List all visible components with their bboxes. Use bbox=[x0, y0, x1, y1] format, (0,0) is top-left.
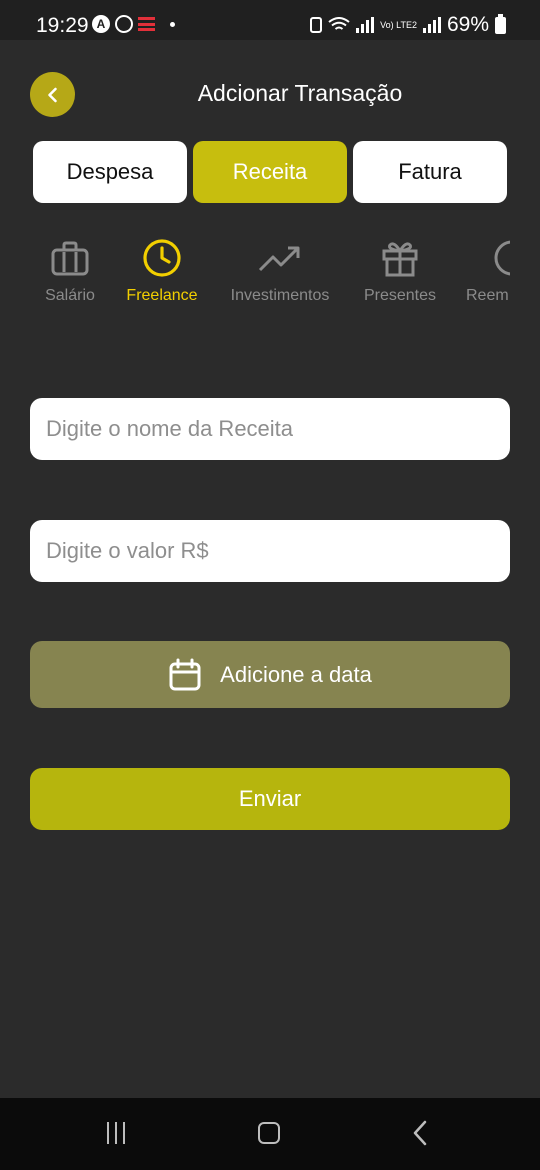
clock-icon bbox=[143, 239, 181, 277]
category-label: Salário bbox=[45, 287, 95, 304]
tab-fatura[interactable]: Fatura bbox=[353, 141, 507, 203]
wifi-icon bbox=[328, 17, 350, 30]
more-notifications-icon bbox=[170, 21, 175, 27]
system-icons: Vo) LTE2 69% bbox=[310, 13, 506, 37]
add-date-button[interactable]: Adicione a data bbox=[30, 641, 510, 708]
signal-icon-2 bbox=[422, 17, 441, 33]
briefcase-icon bbox=[51, 241, 89, 276]
recent-apps-icon[interactable] bbox=[107, 1122, 125, 1144]
battery-saver-icon bbox=[310, 17, 323, 33]
transaction-type-tabs: Despesa Receita Fatura bbox=[33, 141, 507, 203]
battery-icon bbox=[495, 13, 506, 34]
submit-button[interactable]: Enviar bbox=[30, 768, 510, 830]
status-time: 19:29 bbox=[36, 14, 89, 37]
trending-up-icon bbox=[258, 246, 300, 272]
category-salario[interactable]: Salário bbox=[35, 238, 105, 318]
tab-receita[interactable]: Receita bbox=[193, 141, 347, 203]
transaction-name-input[interactable] bbox=[30, 398, 510, 460]
add-date-label: Adicione a data bbox=[220, 661, 372, 687]
back-button[interactable] bbox=[30, 72, 75, 117]
page-title: Adcionar Transação bbox=[197, 80, 403, 106]
category-reembolso[interactable]: Reem bbox=[466, 238, 510, 318]
signal-icon bbox=[356, 17, 375, 33]
partial-circle-icon bbox=[494, 240, 510, 276]
category-label: Freelance bbox=[126, 287, 198, 304]
category-list[interactable]: Salário Freelance Investimentos Presente… bbox=[0, 238, 510, 318]
transaction-value-input[interactable] bbox=[30, 520, 510, 582]
chevron-left-icon bbox=[47, 87, 57, 102]
system-navigation-bar bbox=[0, 1098, 540, 1170]
app-notification-icon: A bbox=[92, 15, 110, 33]
category-label: Presentes bbox=[363, 287, 437, 304]
status-bar: 19:29 A Vo) LTE2 69% bbox=[0, 0, 540, 40]
home-icon[interactable] bbox=[258, 1122, 280, 1144]
app-red-icon bbox=[138, 17, 155, 31]
notification-icons: A bbox=[92, 15, 175, 33]
calendar-icon bbox=[169, 658, 201, 690]
volte-indicator: Vo) LTE2 bbox=[380, 19, 417, 30]
category-investimentos[interactable]: Investimentos bbox=[224, 238, 336, 318]
whatsapp-icon bbox=[115, 15, 133, 33]
category-label: Reem bbox=[466, 287, 509, 304]
back-icon[interactable] bbox=[410, 1120, 432, 1146]
gift-icon bbox=[382, 242, 418, 277]
category-label: Investimentos bbox=[230, 287, 330, 304]
category-presentes[interactable]: Presentes bbox=[358, 238, 442, 318]
category-freelance[interactable]: Freelance bbox=[120, 238, 204, 318]
battery-percentage: 69% bbox=[446, 13, 489, 36]
tab-despesa[interactable]: Despesa bbox=[33, 141, 187, 203]
